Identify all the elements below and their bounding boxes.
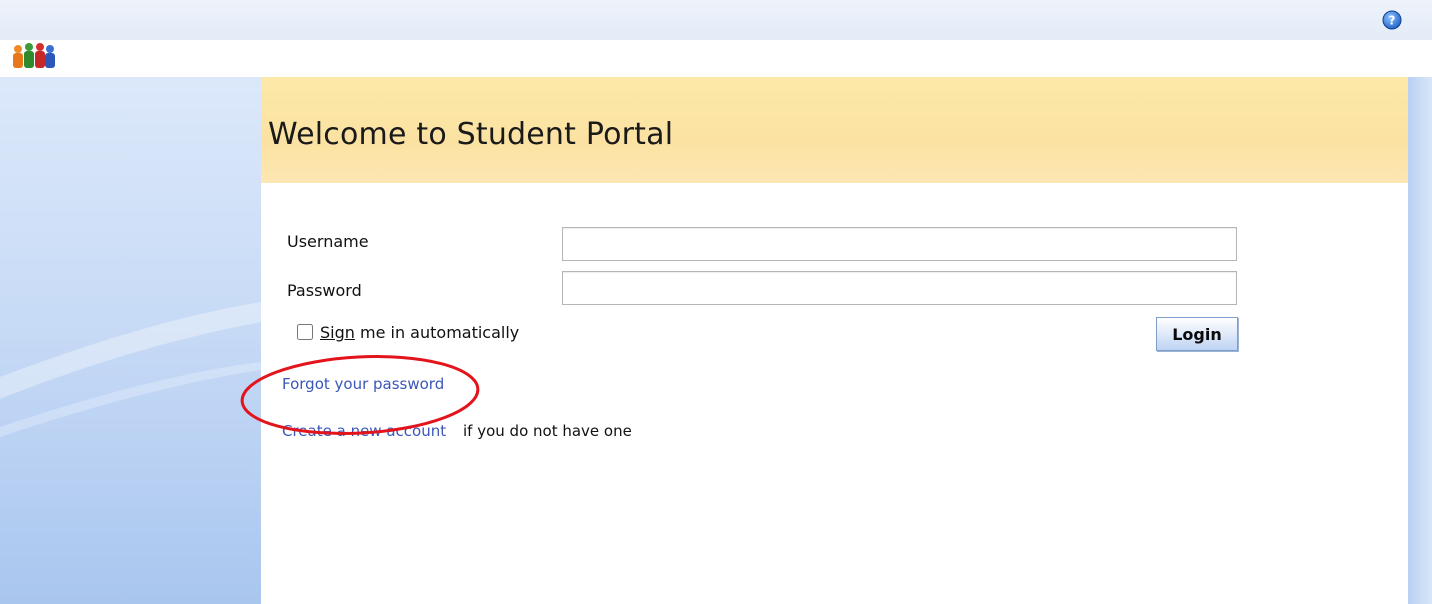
password-input[interactable] <box>562 271 1237 305</box>
create-account-suffix: if you do not have one <box>463 422 632 440</box>
remember-me-rest: me in automatically <box>354 323 520 342</box>
remember-me-label[interactable]: Sign me in automatically <box>320 323 519 342</box>
remember-me-mnemonic: Sign <box>320 323 355 342</box>
help-icon[interactable]: ? <box>1382 10 1402 30</box>
svg-text:?: ? <box>1389 14 1396 28</box>
username-label: Username <box>287 232 369 251</box>
forgot-password-link[interactable]: Forgot your password <box>282 375 444 393</box>
left-sidebar <box>0 77 261 604</box>
username-input[interactable] <box>562 227 1237 261</box>
remember-me-checkbox[interactable] <box>297 324 313 340</box>
right-border <box>1408 77 1432 604</box>
password-label: Password <box>287 281 362 300</box>
people-group-icon <box>10 41 56 71</box>
create-account-link[interactable]: Create a new account <box>282 422 446 440</box>
page-title: Welcome to Student Portal <box>268 117 674 152</box>
title-bar <box>0 40 1432 77</box>
login-button[interactable]: Login <box>1156 317 1238 351</box>
top-toolbar <box>0 0 1432 40</box>
